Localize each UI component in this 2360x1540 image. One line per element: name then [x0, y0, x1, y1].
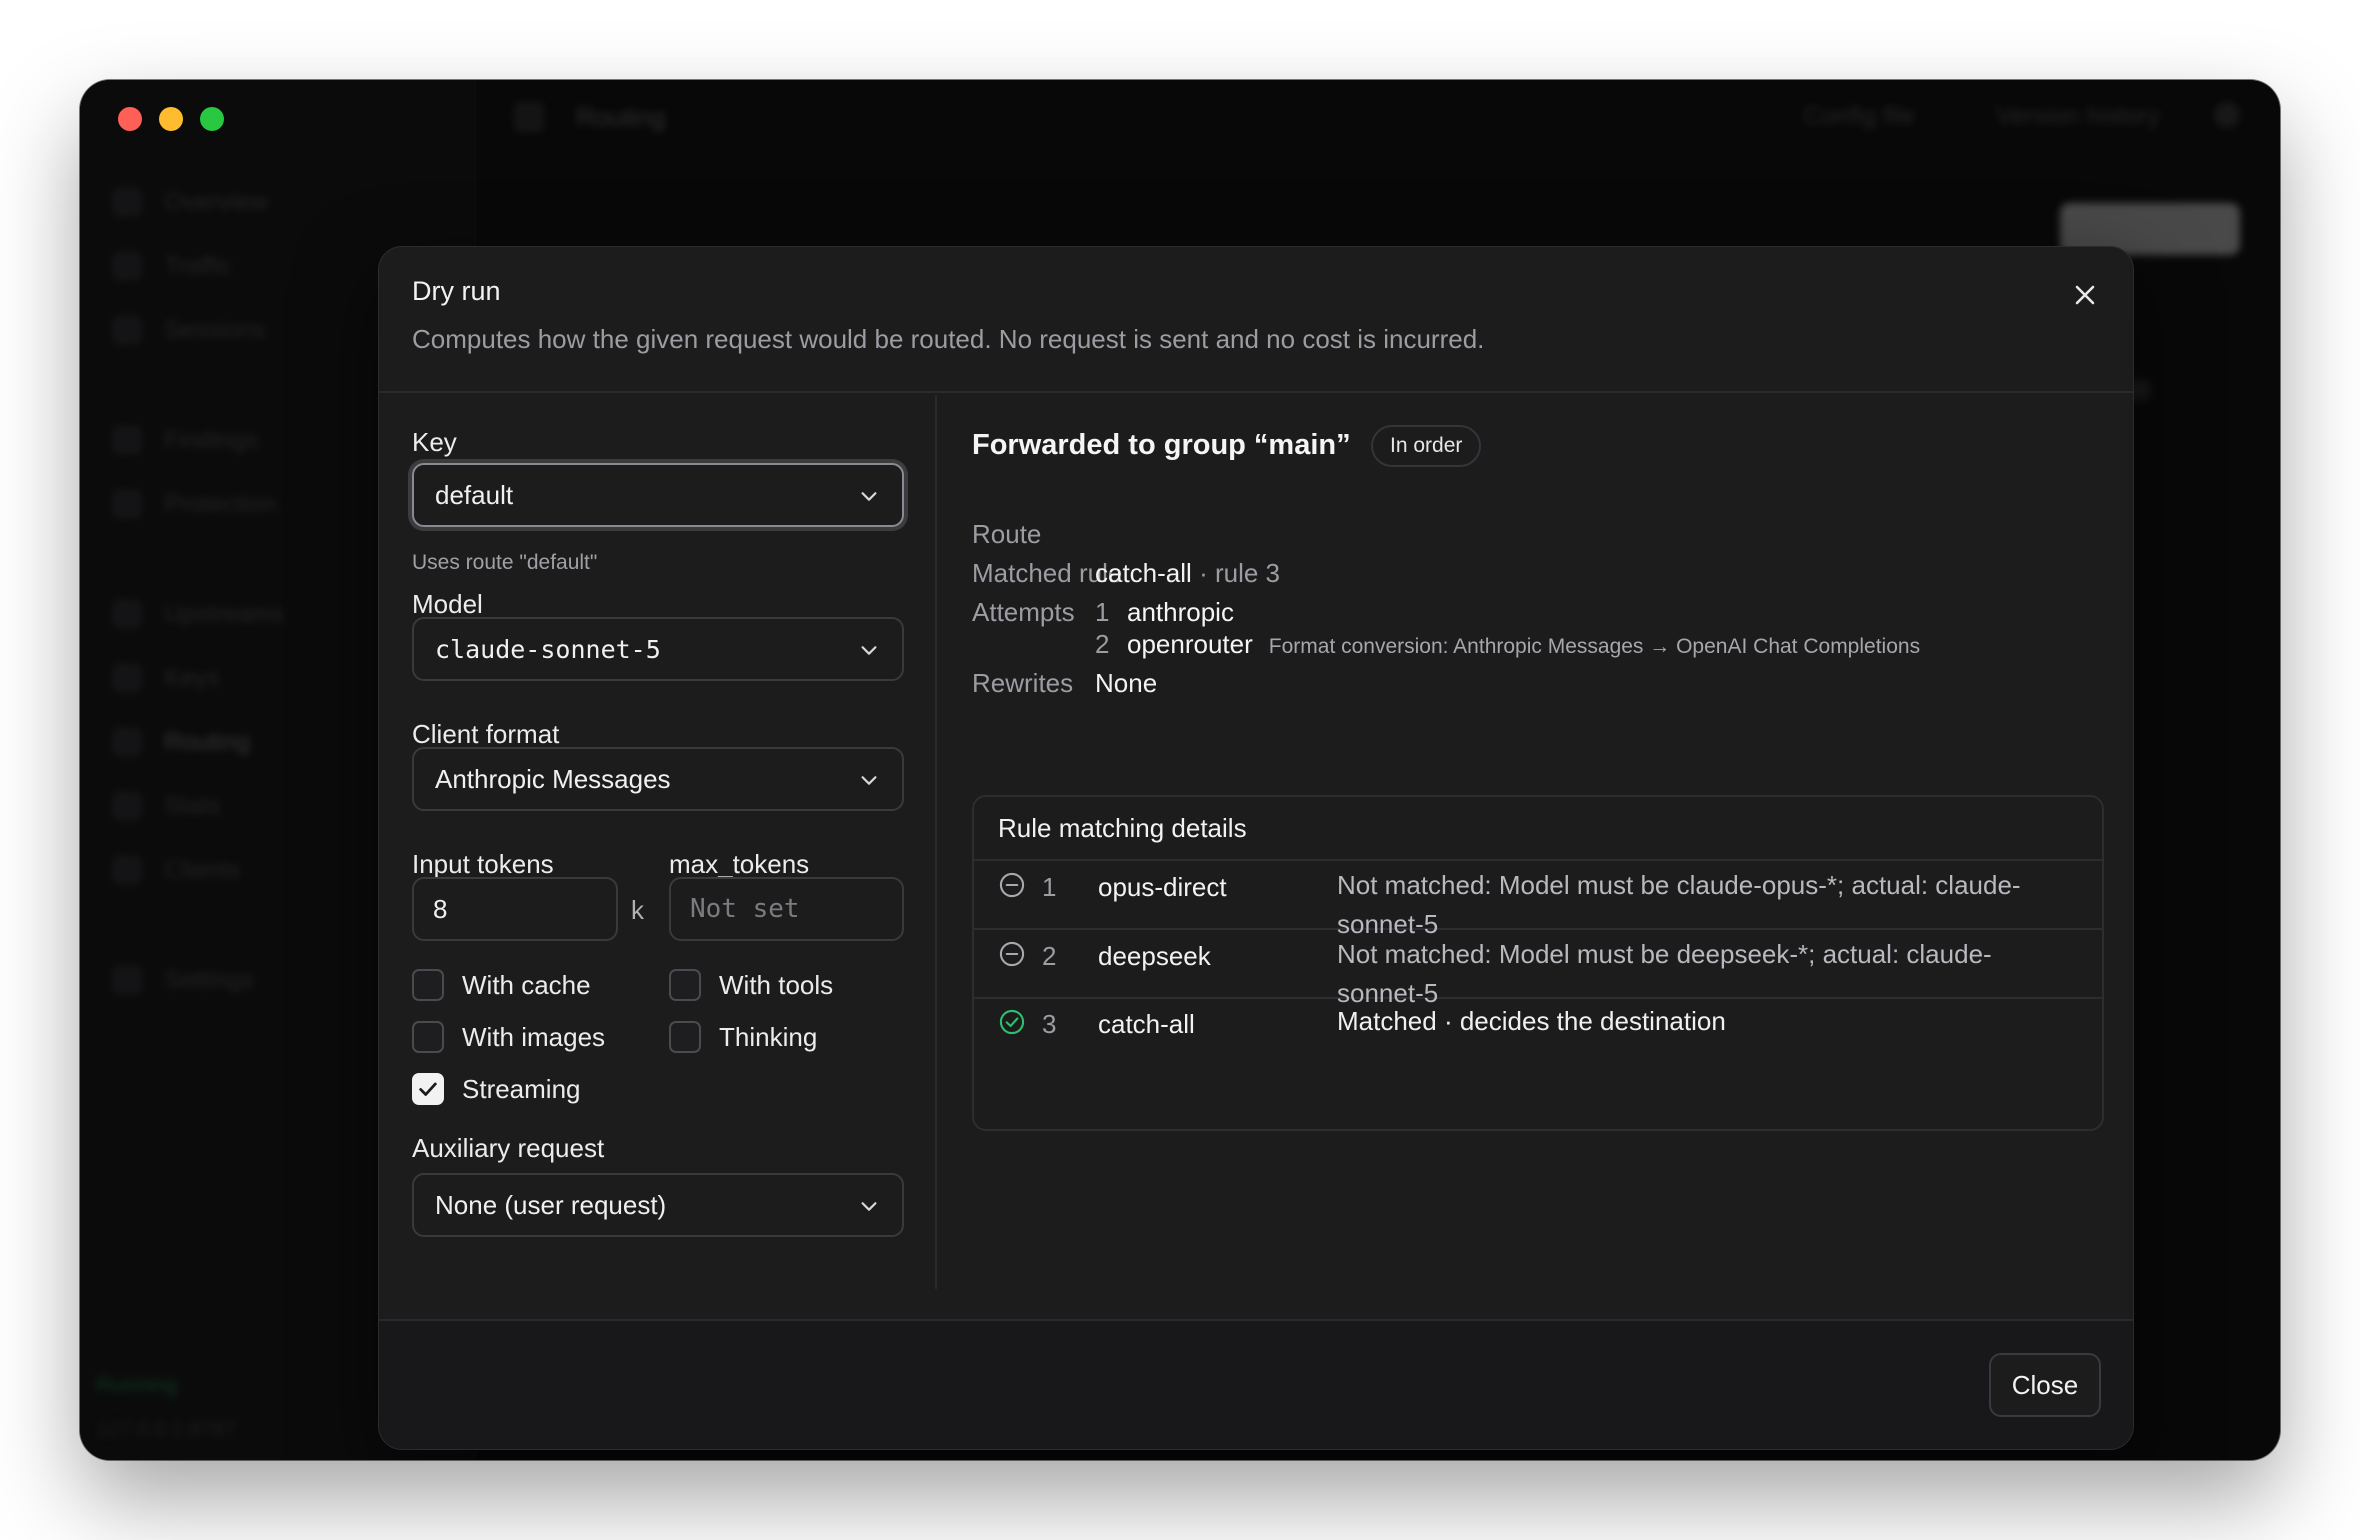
with-tools-checkbox[interactable]: With tools — [669, 969, 833, 1001]
chevron-down-icon — [861, 492, 877, 501]
rule-row: 2 deepseek Not matched: Model must be de… — [974, 930, 2102, 1008]
checkbox-box — [412, 969, 444, 1001]
dialog-description: Computes how the given request would be … — [412, 324, 1485, 354]
client-format-value: Anthropic Messages — [435, 763, 671, 794]
dialog-title: Dry run — [412, 276, 501, 306]
auxiliary-request-select[interactable]: None (user request) — [412, 1173, 904, 1237]
client-format-select[interactable]: Anthropic Messages — [412, 747, 904, 811]
attempt-provider: openrouter — [1127, 629, 1253, 659]
close-icon[interactable] — [2065, 275, 2105, 315]
matched-rule-name: catch-all — [1095, 558, 1192, 588]
rule-row: 1 opus-direct Not matched: Model must be… — [974, 861, 2102, 939]
auxiliary-request-label: Auxiliary request — [412, 1133, 605, 1163]
chevron-down-icon — [861, 646, 877, 655]
client-format-label: Client format — [412, 719, 560, 749]
checkmark-icon — [419, 1082, 437, 1096]
rule-result: Matched · decides the destination — [1337, 1006, 1726, 1036]
chevron-down-icon — [861, 776, 877, 785]
minus-circle-icon — [999, 941, 1025, 967]
model-select-value: claude-sonnet-5 — [435, 634, 661, 664]
matched-rule-index: · rule 3 — [1199, 558, 1280, 588]
input-tokens-field[interactable]: 8 — [412, 877, 618, 941]
window-controls — [118, 107, 224, 131]
attempt-provider: anthropic — [1127, 597, 1234, 627]
rule-name: deepseek — [1098, 941, 1211, 971]
streaming-checkbox[interactable]: Streaming — [412, 1073, 581, 1105]
checkbox-box-checked — [412, 1073, 444, 1105]
checkbox-box — [412, 1021, 444, 1053]
rule-matching-table: Rule matching details 1 opus-direct Not … — [972, 795, 2104, 1131]
dialog-header: Dry run Computes how the given request w… — [379, 247, 2133, 393]
routing-result: Forwarded to group “main” In order Route… — [939, 395, 2133, 1289]
result-title: Forwarded to group “main” — [972, 429, 1351, 461]
rule-matching-title: Rule matching details — [974, 797, 2102, 861]
format-conversion-note: Format conversion: Anthropic Messages → … — [1268, 635, 1921, 658]
input-tokens-label: Input tokens — [412, 849, 554, 879]
checkbox-box — [669, 969, 701, 1001]
strategy-badge: In order — [1371, 425, 1482, 467]
max-tokens-label: max_tokens — [669, 849, 810, 879]
zoom-window-button[interactable] — [200, 107, 224, 131]
key-label: Key — [412, 427, 457, 457]
rule-name: catch-all — [1098, 1009, 1195, 1039]
check-circle-icon — [999, 1009, 1025, 1035]
auxiliary-request-value: None (user request) — [435, 1189, 667, 1220]
route-label: Route — [972, 519, 1042, 549]
attempts-label: Attempts — [972, 597, 1075, 627]
with-cache-checkbox[interactable]: With cache — [412, 969, 591, 1001]
close-button[interactable]: Close — [1989, 1353, 2101, 1417]
minimize-window-button[interactable] — [159, 107, 183, 131]
attempt-item: 1 anthropic — [1095, 597, 1234, 627]
key-select-value: default — [435, 479, 514, 510]
key-hint: Uses route "default" — [412, 551, 598, 574]
rewrites-value: None — [1095, 668, 1158, 698]
max-tokens-field[interactable]: Not set — [669, 877, 904, 941]
rewrites-label: Rewrites — [972, 668, 1074, 698]
thinking-checkbox[interactable]: Thinking — [669, 1021, 817, 1053]
chevron-down-icon — [861, 1202, 877, 1211]
key-select[interactable]: default — [412, 463, 904, 527]
input-tokens-unit: k — [631, 895, 644, 925]
model-select[interactable]: claude-sonnet-5 — [412, 617, 904, 681]
checkbox-box — [669, 1021, 701, 1053]
model-label: Model — [412, 589, 483, 619]
close-window-button[interactable] — [118, 107, 142, 131]
rule-row-matched: 3 catch-all Matched · decides the destin… — [974, 999, 2102, 1043]
minus-circle-icon — [999, 872, 1025, 898]
request-form: Key default Uses route "default" Model c… — [379, 395, 937, 1289]
attempt-item: 2 openrouter Format conversion: Anthropi… — [1095, 629, 1921, 659]
rule-name: opus-direct — [1098, 872, 1227, 902]
with-images-checkbox[interactable]: With images — [412, 1021, 605, 1053]
app-window: Overview Traffic Sessions Findings Prote… — [80, 80, 2280, 1460]
matched-rule-value: catch-all · rule 3 — [1095, 558, 1280, 589]
dry-run-dialog: Dry run Computes how the given request w… — [378, 246, 2134, 1450]
dialog-footer: Close — [379, 1319, 2133, 1449]
